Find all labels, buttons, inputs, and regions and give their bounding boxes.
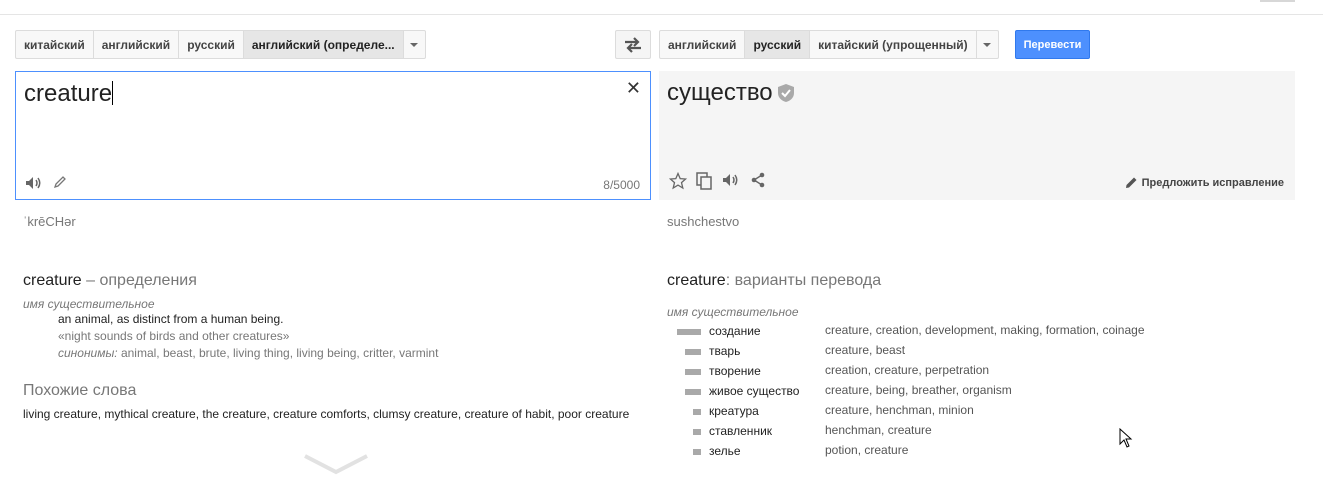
translation-row: зелье potion, creature [667, 442, 1227, 462]
expand-chevron-icon[interactable] [303, 452, 369, 476]
target-language-dropdown[interactable] [977, 31, 998, 58]
translation-term[interactable]: творение [709, 364, 761, 378]
back-translations[interactable]: creation, creature, perpetration [825, 363, 989, 377]
back-translations[interactable]: creature, creation, development, making,… [825, 323, 1145, 337]
source-language-tabs: китайский английский русский английский … [15, 30, 426, 59]
translation-row: живое существо creature, being, breather,… [667, 382, 1227, 402]
mouse-cursor-icon [1119, 428, 1133, 448]
translation-term[interactable]: тварь [709, 344, 740, 358]
translation-term[interactable]: ставленник [709, 424, 772, 438]
definition-example: «night sounds of birds and other creatur… [58, 329, 290, 343]
frequency-bar [685, 349, 701, 355]
source-tab-detected[interactable]: английский (определе... [243, 31, 404, 58]
translation-value: существо [667, 79, 773, 106]
character-count: 8/5000 [603, 178, 640, 192]
translation-text: существо [667, 79, 795, 107]
frequency-bar [685, 369, 701, 375]
suggest-edit-label: Предложить исправление [1141, 176, 1284, 189]
back-translations[interactable]: henchman, creature [825, 423, 932, 437]
definition-text: an animal, as distinct from a human bein… [58, 312, 284, 326]
source-transliteration: ˈkrēCHər [23, 214, 76, 229]
definition-synonyms: синонимы: animal, beast, brute, living t… [58, 346, 439, 360]
source-text-area[interactable]: creature ✕ 8/5000 [15, 71, 651, 200]
source-tab-english[interactable]: английский [94, 31, 180, 58]
translation-row: креатура creature, henchman, minion [667, 402, 1227, 422]
definitions-part-of-speech: имя существительное [23, 297, 155, 311]
frequency-bar [677, 329, 701, 335]
frequency-bar [693, 409, 701, 415]
target-language-tabs: английский русский китайский (упрощенный… [659, 30, 999, 59]
chevron-down-icon [410, 42, 419, 47]
pencil-icon [1125, 177, 1137, 188]
suggest-edit-button[interactable]: Предложить исправление [1125, 176, 1284, 189]
frequency-bar [693, 449, 701, 455]
back-translations[interactable]: creature, henchman, minion [825, 403, 974, 417]
translation-term[interactable]: зелье [709, 444, 741, 458]
related-words-heading: Похожие слова [23, 382, 137, 399]
speaker-icon[interactable] [722, 172, 740, 188]
source-tab-russian[interactable]: русский [179, 31, 244, 58]
frequency-bar [693, 429, 701, 435]
header-divider [0, 14, 1323, 15]
translation-row: ставленник henchman, creature [667, 422, 1227, 442]
translations-part-of-speech: имя существительное [667, 305, 799, 319]
share-icon[interactable] [750, 172, 766, 188]
swap-languages-button[interactable] [615, 30, 651, 59]
text-cursor [112, 81, 114, 105]
translation-term[interactable]: живое существо [709, 384, 799, 398]
clear-icon[interactable]: ✕ [626, 78, 641, 99]
star-icon[interactable] [669, 172, 687, 190]
back-translations[interactable]: creature, beast [825, 343, 905, 357]
source-text[interactable]: creature [24, 80, 114, 108]
translation-row: создание creature, creation, development,… [667, 322, 1227, 342]
chevron-down-icon [983, 42, 992, 47]
translations-heading: creature: варианты перевода [667, 272, 882, 289]
translation-row: творение creation, creature, perpetration [667, 362, 1227, 382]
back-translations[interactable]: creature, being, breather, organism [825, 383, 1012, 397]
swap-icon [625, 36, 641, 53]
target-tab-russian[interactable]: русский [745, 31, 811, 58]
translation-term[interactable]: креатура [709, 404, 759, 418]
translation-panel: существо Предложить исправление [659, 71, 1295, 200]
translation-variants-list: создание creature, creation, development,… [667, 322, 1227, 462]
copy-icon[interactable] [696, 172, 712, 190]
source-tab-chinese[interactable]: китайский [16, 31, 94, 58]
header-button-edge[interactable] [1260, 0, 1295, 2]
related-words-list[interactable]: living creature, mythical creature, the … [23, 407, 643, 422]
target-tab-chinese-simplified[interactable]: китайский (упрощенный) [810, 31, 977, 58]
speaker-icon[interactable] [25, 175, 43, 191]
verified-shield-icon[interactable] [777, 83, 795, 103]
back-translations[interactable]: potion, creature [825, 443, 908, 457]
translation-term[interactable]: создание [709, 324, 761, 338]
pencil-icon[interactable] [53, 175, 67, 189]
frequency-bar [685, 389, 701, 395]
definitions-heading: creature – определения [23, 272, 197, 289]
translate-button[interactable]: Перевести [1015, 30, 1090, 59]
source-language-dropdown[interactable] [404, 31, 425, 58]
target-transliteration: sushchestvo [667, 214, 740, 229]
target-tab-english[interactable]: английский [660, 31, 746, 58]
translation-row: тварь creature, beast [667, 342, 1227, 362]
